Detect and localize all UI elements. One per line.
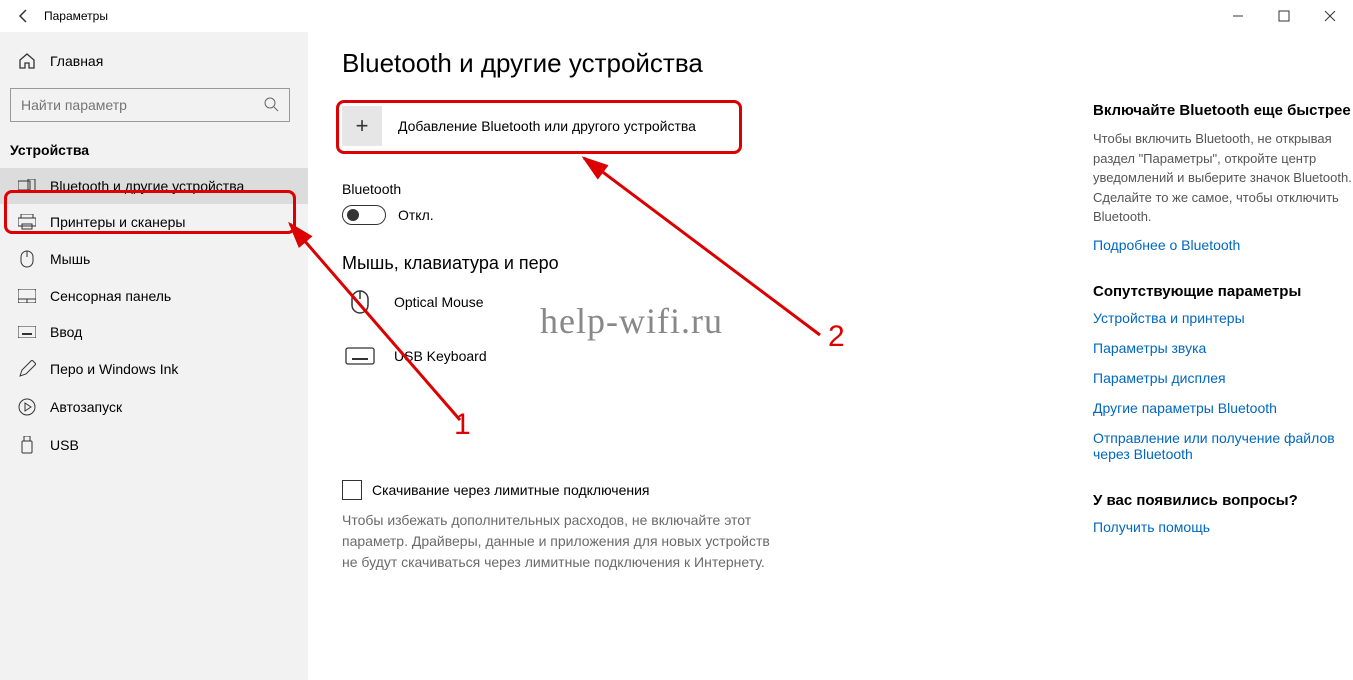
device-name: Optical Mouse [394,294,483,310]
devices-icon [18,179,36,193]
minimize-button[interactable] [1215,0,1261,32]
device-name: USB Keyboard [394,348,487,364]
sidebar-item-usb[interactable]: USB [0,426,308,464]
related-link-send-receive[interactable]: Отправление или получение файлов через B… [1093,430,1353,462]
sidebar-item-label: Перо и Windows Ink [50,361,178,377]
maximize-button[interactable] [1261,0,1307,32]
bluetooth-toggle-state: Откл. [398,207,434,223]
toggle-knob [347,209,359,221]
printer-icon [18,214,36,230]
mouse-icon [18,250,36,268]
devices-subheading: Мышь, клавиатура и перо [342,253,1093,274]
back-button[interactable] [8,8,40,24]
plus-icon: + [342,106,382,146]
sidebar-item-label: Принтеры и сканеры [50,214,185,230]
sidebar-item-label: USB [50,437,79,453]
page-title: Bluetooth и другие устройства [342,48,1093,79]
keyboard-device-icon [342,342,378,370]
sidebar: Главная Устройства Bluetooth и другие ус… [0,32,308,680]
pen-icon [18,360,36,378]
related-link-sound[interactable]: Параметры звука [1093,340,1353,356]
sidebar-item-typing[interactable]: Ввод [0,314,308,350]
device-row-keyboard[interactable]: USB Keyboard [342,342,1093,370]
home-icon [18,52,36,70]
tip-text: Чтобы включить Bluetooth, не открывая ра… [1093,129,1353,227]
get-help-link[interactable]: Получить помощь [1093,519,1353,535]
sidebar-item-touchpad[interactable]: Сенсорная панель [0,278,308,314]
sidebar-item-label: Bluetooth и другие устройства [50,178,244,194]
search-icon [263,96,279,115]
bluetooth-label: Bluetooth [342,181,1093,197]
metered-help-text: Чтобы избежать дополнительных расходов, … [342,510,772,573]
device-row-mouse[interactable]: Optical Mouse [342,288,1093,316]
mouse-device-icon [342,288,378,316]
sidebar-item-label: Сенсорная панель [50,288,171,304]
related-link-more-bluetooth[interactable]: Другие параметры Bluetooth [1093,400,1353,416]
touchpad-icon [18,289,36,303]
bluetooth-toggle[interactable] [342,205,386,225]
sidebar-item-label: Ввод [50,324,82,340]
metered-checkbox[interactable] [342,480,362,500]
keyboard-icon [18,326,36,338]
tip-heading: Включайте Bluetooth еще быстрее [1093,102,1353,119]
sidebar-home[interactable]: Главная [0,44,308,78]
add-device-label: Добавление Bluetooth или другого устройс… [398,118,696,134]
learn-more-link[interactable]: Подробнее о Bluetooth [1093,237,1353,253]
window-title: Параметры [44,9,108,23]
sidebar-item-mouse[interactable]: Мышь [0,240,308,278]
search-input[interactable] [21,97,263,113]
sidebar-item-printers[interactable]: Принтеры и сканеры [0,204,308,240]
sidebar-item-autoplay[interactable]: Автозапуск [0,388,308,426]
usb-icon [18,436,36,454]
autoplay-icon [18,398,36,416]
sidebar-item-bluetooth[interactable]: Bluetooth и другие устройства [0,168,308,204]
metered-checkbox-label: Скачивание через лимитные подключения [372,482,649,498]
right-column: Включайте Bluetooth еще быстрее Чтобы вк… [1093,32,1353,680]
add-device-button[interactable]: + Добавление Bluetooth или другого устро… [342,101,732,151]
related-heading: Сопутствующие параметры [1093,283,1353,300]
close-button[interactable] [1307,0,1353,32]
main-content: Bluetooth и другие устройства + Добавлен… [308,32,1093,680]
sidebar-home-label: Главная [50,53,103,69]
related-link-display[interactable]: Параметры дисплея [1093,370,1353,386]
sidebar-item-pen[interactable]: Перо и Windows Ink [0,350,308,388]
search-input-wrap[interactable] [10,88,290,122]
sidebar-section-label: Устройства [0,122,308,168]
sidebar-item-label: Автозапуск [50,399,122,415]
sidebar-item-label: Мышь [50,251,90,267]
related-link-devices-printers[interactable]: Устройства и принтеры [1093,310,1353,326]
questions-heading: У вас появились вопросы? [1093,492,1353,509]
